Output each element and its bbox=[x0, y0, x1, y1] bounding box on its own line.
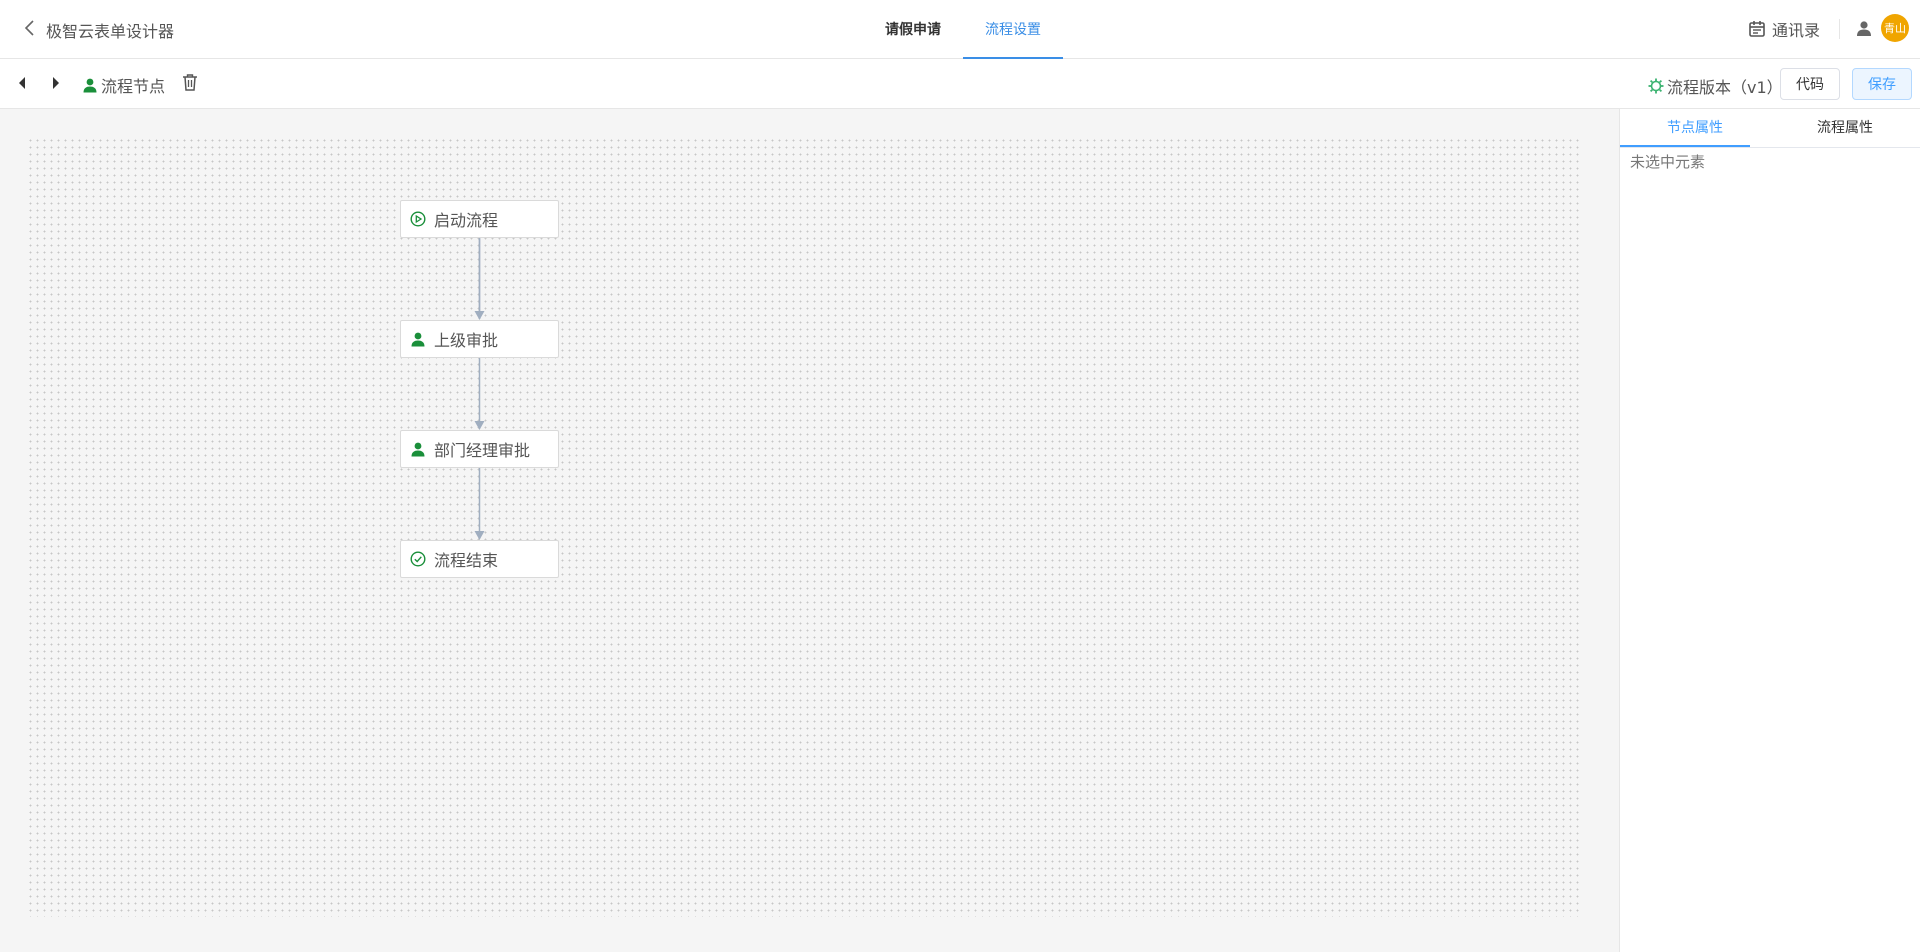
play-circle-icon bbox=[410, 211, 426, 227]
node-label: 启动流程 bbox=[434, 211, 499, 230]
properties-panel: 节点属性 流程属性 未选中元素 bbox=[1619, 109, 1920, 952]
check-circle-icon bbox=[410, 551, 426, 567]
flow-version-selector[interactable]: 流程版本（v1） bbox=[1648, 74, 1783, 98]
user-menu[interactable]: 青山 bbox=[1855, 14, 1909, 42]
arrow-1 bbox=[474, 311, 485, 320]
save-button[interactable]: 保存 bbox=[1852, 68, 1912, 100]
active-tab-indicator bbox=[1620, 145, 1750, 147]
node-label: 流程结束 bbox=[434, 551, 499, 570]
tab-node-properties[interactable]: 节点属性 bbox=[1620, 109, 1770, 147]
user-icon bbox=[1857, 21, 1871, 36]
avatar[interactable]: 青山 bbox=[1881, 14, 1909, 42]
app-title: 极智云表单设计器 bbox=[46, 22, 175, 41]
calendar-icon bbox=[1748, 20, 1766, 38]
delete-button[interactable] bbox=[182, 73, 198, 91]
back-button[interactable] bbox=[18, 16, 42, 40]
arrow-3 bbox=[474, 531, 485, 540]
tab-leave-request[interactable]: 请假申请 bbox=[863, 0, 963, 59]
arrow-2 bbox=[474, 421, 485, 430]
flow-version-label: 流程版本（v1） bbox=[1667, 78, 1783, 97]
user-icon bbox=[410, 441, 426, 457]
user-icon bbox=[410, 331, 426, 347]
flow-node-manager-approval[interactable]: 部门经理审批 bbox=[400, 430, 559, 468]
main-tabs: 请假申请 流程设置 bbox=[863, 0, 1063, 59]
flow-node-supervisor-approval[interactable]: 上级审批 bbox=[400, 320, 559, 358]
top-bar: 极智云表单设计器 请假申请 流程设置 通讯录 青山 bbox=[0, 0, 1920, 59]
tab-flow-settings[interactable]: 流程设置 bbox=[963, 0, 1063, 59]
contacts-link[interactable]: 通讯录 bbox=[1748, 17, 1820, 41]
node-label: 部门经理审批 bbox=[434, 441, 531, 460]
flow-canvas[interactable]: 启动流程 上级审批 部门经理审批 流程结束 bbox=[0, 109, 1619, 952]
code-button[interactable]: 代码 bbox=[1780, 68, 1840, 100]
undo-button[interactable] bbox=[16, 72, 28, 94]
contacts-label: 通讯录 bbox=[1772, 21, 1821, 40]
caret-left-icon bbox=[19, 77, 25, 89]
user-icon bbox=[83, 78, 97, 93]
flow-node-tool[interactable]: 流程节点 bbox=[82, 73, 165, 97]
chevron-left-icon bbox=[24, 20, 34, 36]
flow-connectors bbox=[474, 238, 485, 540]
properties-tabs: 节点属性 流程属性 bbox=[1620, 109, 1920, 148]
node-label: 上级审批 bbox=[434, 331, 499, 350]
trash-icon bbox=[183, 74, 197, 91]
toolbar: 流程节点 流程版本（v1） 代码 保存 bbox=[0, 59, 1920, 109]
redo-button[interactable] bbox=[50, 72, 62, 94]
header-divider bbox=[1839, 19, 1840, 39]
tab-flow-properties[interactable]: 流程属性 bbox=[1770, 109, 1920, 147]
flow-node-end[interactable]: 流程结束 bbox=[400, 540, 559, 578]
flow-node-label: 流程节点 bbox=[101, 77, 166, 96]
gear-icon bbox=[1648, 78, 1664, 94]
empty-selection-message: 未选中元素 bbox=[1630, 153, 1706, 171]
flow-node-start[interactable]: 启动流程 bbox=[400, 200, 559, 238]
caret-right-icon bbox=[53, 77, 59, 89]
